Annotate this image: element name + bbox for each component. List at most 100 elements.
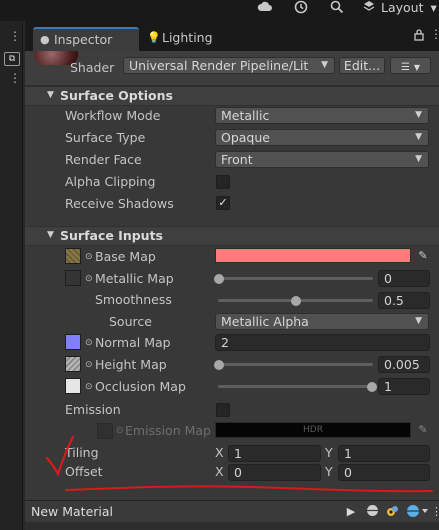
- preview-sphere-icon[interactable]: [364, 504, 380, 520]
- footer-menu-icon[interactable]: ⋮: [431, 504, 439, 520]
- emission-label: Emission: [65, 402, 121, 417]
- preview-light-icon[interactable]: [385, 504, 401, 520]
- height-slider-knob[interactable]: [214, 360, 224, 370]
- shader-list-button[interactable]: ☰ ▼: [390, 57, 431, 74]
- tiling-y-field[interactable]: 1: [338, 445, 430, 462]
- tiling-x-label: X: [215, 445, 224, 460]
- object-picker-icon: ⊙: [116, 426, 124, 436]
- metallic-value-field[interactable]: 0: [378, 270, 430, 287]
- occlusion-slider-knob[interactable]: [367, 382, 377, 392]
- material-preview-bar[interactable]: New Material ▶ ⋮: [25, 500, 439, 522]
- receive-shadows-label: Receive Shadows: [65, 196, 174, 211]
- info-icon: ●: [40, 33, 50, 46]
- chevron-down-icon: ▼: [415, 132, 422, 142]
- tiling-x-field[interactable]: 1: [228, 445, 321, 462]
- metallic-map-texture-slot[interactable]: [65, 270, 81, 286]
- surface-inputs-header[interactable]: ▼ Surface Inputs: [25, 226, 439, 246]
- emission-map-label: Emission Map: [125, 423, 211, 438]
- workflow-mode-dropdown[interactable]: Metallic ▼: [215, 107, 429, 124]
- lightbulb-icon: 💡: [147, 31, 161, 44]
- render-face-value: Front: [221, 152, 253, 167]
- object-picker-icon[interactable]: ⊙: [85, 378, 93, 396]
- bottom-strip: [25, 522, 439, 530]
- chevron-down-icon: ▼: [415, 154, 422, 164]
- normal-scale-field[interactable]: 2: [215, 334, 430, 351]
- offset-x-field[interactable]: 0: [228, 464, 321, 481]
- base-map-texture-slot[interactable]: [65, 248, 81, 264]
- surface-type-value: Opaque: [221, 130, 270, 145]
- object-picker-icon[interactable]: ⊙: [85, 248, 93, 266]
- occlusion-map-texture-slot[interactable]: [65, 378, 81, 394]
- surface-options-title: Surface Options: [60, 88, 173, 103]
- metallic-slider-track[interactable]: [218, 277, 373, 280]
- lock-icon[interactable]: [414, 29, 424, 44]
- source-value: Metallic Alpha: [221, 314, 309, 329]
- source-dropdown[interactable]: Metallic Alpha ▼: [215, 313, 429, 330]
- scene-view-icon[interactable]: ⧉: [4, 52, 20, 66]
- height-value-field[interactable]: 0.005: [378, 356, 430, 373]
- edit-shader-button[interactable]: Edit...: [339, 57, 385, 74]
- metallic-slider-knob[interactable]: [214, 274, 224, 284]
- tab-inspector[interactable]: ● Inspector: [33, 27, 139, 51]
- workflow-mode-label: Workflow Mode: [65, 108, 161, 123]
- smoothness-slider-knob[interactable]: [290, 296, 301, 306]
- occlusion-slider-track[interactable]: [218, 385, 373, 388]
- object-picker-icon[interactable]: ⊙: [85, 334, 93, 352]
- chevron-down-icon: ▼: [321, 60, 328, 70]
- source-label: Source: [109, 314, 152, 329]
- tab-menu-icon[interactable]: ⋮: [430, 27, 439, 41]
- offset-label: Offset: [65, 464, 103, 479]
- height-slider-track[interactable]: [218, 363, 373, 366]
- layers-icon[interactable]: [363, 0, 375, 16]
- eyedropper-icon: ✎: [418, 423, 428, 436]
- chevron-down-icon: ▼: [415, 316, 422, 326]
- tiling-y-label: Y: [325, 445, 333, 460]
- render-face-dropdown[interactable]: Front ▼: [215, 151, 429, 168]
- normal-map-texture-slot[interactable]: [65, 334, 81, 350]
- smoothness-value-field[interactable]: 0.5: [378, 292, 430, 309]
- search-icon[interactable]: [330, 0, 344, 16]
- normal-map-label: Normal Map: [95, 335, 171, 350]
- history-icon[interactable]: [294, 0, 308, 16]
- tab-inspector-label: Inspector: [54, 32, 113, 47]
- surface-options-header[interactable]: ▼ Surface Options: [25, 86, 439, 106]
- left-side-strip: ⋮ ⧉ ⋮: [0, 21, 23, 530]
- surface-type-label: Surface Type: [65, 130, 146, 145]
- preview-mesh-dropdown[interactable]: [404, 504, 432, 520]
- object-picker-icon[interactable]: ⊙: [85, 270, 93, 288]
- metallic-map-label: Metallic Map: [95, 271, 174, 286]
- occlusion-value-field[interactable]: 1: [378, 378, 430, 395]
- layout-dropdown[interactable]: Layout ▾: [381, 0, 437, 16]
- object-picker-icon[interactable]: ⊙: [85, 356, 93, 374]
- alpha-clipping-checkbox[interactable]: [216, 175, 230, 189]
- tab-lighting[interactable]: 💡 Lighting: [143, 27, 243, 51]
- shader-dropdown[interactable]: Universal Render Pipeline/Lit ▼: [123, 57, 335, 74]
- play-preview-icon[interactable]: ▶: [343, 504, 359, 520]
- foldout-arrow-icon: ▼: [47, 90, 54, 100]
- surface-type-dropdown[interactable]: Opaque ▼: [215, 129, 429, 146]
- offset-y-field[interactable]: 0: [338, 464, 430, 481]
- tab-bar: ● Inspector 💡 Lighting ⋮: [25, 21, 439, 51]
- inspector-panel: Shader Universal Render Pipeline/Lit ▼ E…: [25, 51, 439, 500]
- offset-y-label: Y: [325, 464, 333, 479]
- kebab-menu-icon-2[interactable]: ⋮: [9, 72, 21, 84]
- kebab-menu-icon[interactable]: ⋮: [9, 30, 21, 42]
- layout-label: Layout: [381, 0, 424, 15]
- base-map-color-field[interactable]: [215, 248, 411, 263]
- workflow-mode-value: Metallic: [221, 108, 270, 123]
- emission-map-texture-slot: [97, 423, 113, 439]
- top-toolbar: Layout ▾: [0, 0, 439, 21]
- chevron-down-icon: ▼: [415, 110, 422, 120]
- shader-label: Shader: [70, 60, 115, 75]
- eyedropper-icon[interactable]: ✎: [416, 248, 430, 263]
- emission-color-field: HDR: [215, 422, 411, 438]
- render-face-label: Render Face: [65, 152, 142, 167]
- list-icon: ☰: [400, 62, 410, 73]
- cloud-icon[interactable]: [257, 0, 273, 16]
- material-name: New Material: [31, 504, 114, 519]
- height-map-label: Height Map: [95, 357, 167, 372]
- height-map-texture-slot[interactable]: [65, 356, 81, 372]
- receive-shadows-checkbox[interactable]: ✓: [216, 196, 230, 210]
- emission-checkbox[interactable]: [216, 403, 230, 417]
- surface-inputs-title: Surface Inputs: [60, 228, 163, 243]
